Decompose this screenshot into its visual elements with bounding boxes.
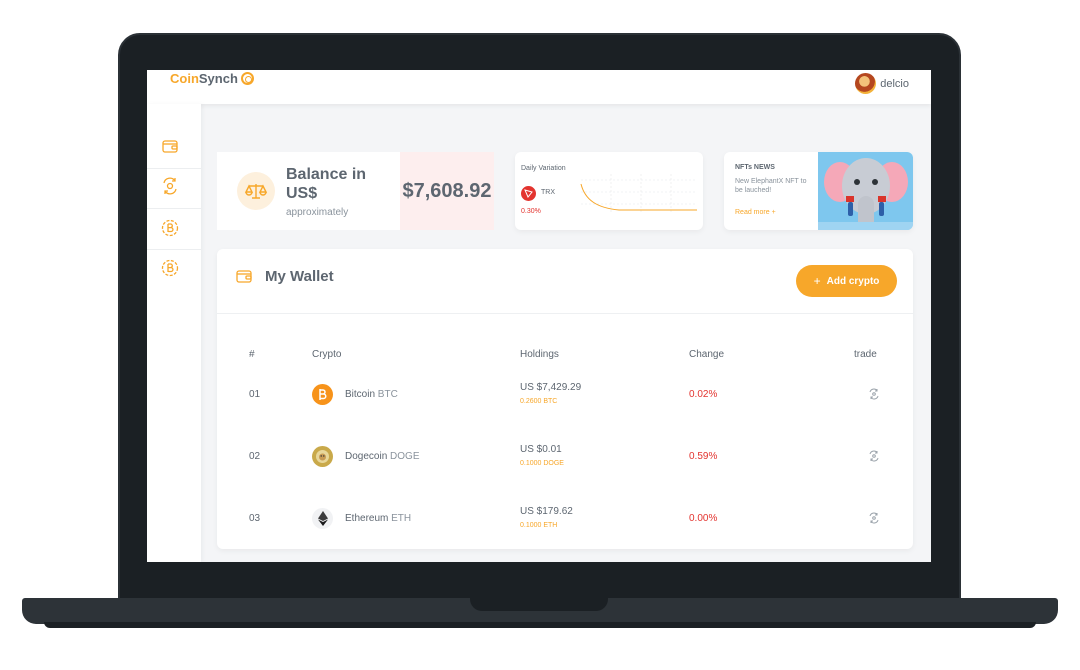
coin-name-text: Dogecoin [345, 451, 388, 462]
laptop-base-shadow [44, 622, 1036, 628]
exchange-icon[interactable] [161, 177, 179, 195]
column-header-index: # [249, 349, 255, 360]
change-value: 0.00% [689, 513, 718, 524]
trade-icon[interactable] [868, 387, 880, 400]
coin-name: Bitcoin BTC [345, 389, 398, 400]
daily-variation-change: 0.30% [521, 208, 541, 215]
row-index: 01 [249, 389, 261, 400]
bitcoin-icon [312, 384, 333, 405]
holdings-usd: US $179.62 [520, 506, 573, 517]
wallet-icon[interactable] [161, 137, 179, 155]
wallet-divider [217, 313, 913, 314]
wallet-title: My Wallet [265, 268, 334, 285]
logo-icon [240, 72, 254, 85]
holdings-coin: 0.1000 ETH [520, 522, 558, 529]
nft-read-more-link[interactable]: Read more + [735, 209, 776, 216]
coin-name-text: Bitcoin [345, 389, 376, 400]
user-name: delcio [880, 77, 909, 90]
trade-icon[interactable] [868, 511, 880, 524]
column-header-crypto: Crypto [312, 349, 342, 360]
balance-card: Balance in US$ approximately $7,608.92 [217, 152, 494, 230]
coin-symbol: BTC [377, 389, 398, 400]
trade-icon[interactable] [868, 449, 880, 462]
holdings-coin: 0.1000 DOGE [520, 460, 564, 467]
scale-icon [237, 172, 275, 210]
balance-value: $7,608.92 [402, 180, 492, 202]
bitcoin-icon[interactable] [161, 219, 179, 237]
laptop-notch [470, 598, 608, 611]
table-row: 01 Bitcoin BTC US $7,429.29 0.2600 BTC 0… [217, 381, 913, 443]
sidebar-divider [147, 168, 201, 169]
row-index: 02 [249, 451, 261, 462]
table-row: 03 Ethereum ETH US $179.62 0.1000 ETH 0.… [217, 505, 913, 562]
daily-variation-sparkline [580, 174, 697, 214]
balance-info: Balance in US$ approximately [217, 152, 400, 230]
bitcoin-icon[interactable] [161, 259, 179, 277]
balance-title: Balance in US$ [286, 166, 367, 202]
plus-icon: + [813, 274, 821, 288]
coin-symbol: ETH [391, 513, 412, 524]
app-logo[interactable]: CoinSynch [170, 71, 254, 86]
balance-value-panel: $7,608.92 [400, 152, 494, 230]
dogecoin-icon [312, 446, 333, 467]
tron-icon [521, 186, 536, 201]
wallet-icon [235, 267, 253, 285]
elephant-nft-image [818, 152, 913, 230]
holdings-usd: US $7,429.29 [520, 382, 582, 393]
coin-symbol: DOGE [390, 451, 420, 462]
sidebar-divider [147, 208, 201, 209]
daily-variation-coin: TRX [541, 189, 555, 196]
coin-name: Ethereum ETH [345, 513, 411, 524]
column-header-trade: trade [854, 349, 877, 360]
daily-variation-title: Daily Variation [521, 165, 566, 172]
add-crypto-label: Add crypto [826, 275, 880, 287]
balance-subtitle: approximately [286, 207, 349, 218]
sidebar [147, 104, 201, 562]
avatar[interactable] [855, 73, 877, 94]
logo-text-coin: Coin [170, 71, 199, 86]
column-header-change: Change [689, 349, 725, 360]
coin-name-text: Ethereum [345, 513, 389, 524]
holdings-usd: US $0.01 [520, 444, 562, 455]
sidebar-divider [147, 249, 201, 250]
logo-text-synch: Synch [198, 71, 238, 86]
coin-name: Dogecoin DOGE [345, 451, 420, 462]
table-row: 02 Dogecoin DOGE US $0.01 0.1000 DOGE 0.… [217, 443, 913, 505]
nft-news-text: New ElephantX NFT to be lauched! [735, 178, 807, 194]
top-bar: CoinSynch delcio [147, 70, 931, 104]
change-value: 0.59% [689, 451, 718, 462]
nft-news-title: NFTs NEWS [735, 164, 775, 171]
wallet-panel: My Wallet + Add crypto # Crypto Holdings… [217, 249, 913, 549]
daily-variation-card: Daily Variation TRX 0.30% [515, 152, 703, 230]
column-header-holdings: Holdings [520, 349, 559, 360]
app-screen: CoinSynch delcio Balance in US$ approxim… [147, 70, 931, 562]
holdings-coin: 0.2600 BTC [520, 398, 558, 405]
add-crypto-button[interactable]: + Add crypto [796, 265, 897, 297]
user-menu[interactable]: delcio [855, 73, 909, 94]
nft-news-card[interactable]: NFTs NEWS New ElephantX NFT to be lauche… [724, 152, 913, 230]
change-value: 0.02% [689, 389, 718, 400]
ethereum-icon [312, 508, 333, 529]
row-index: 03 [249, 513, 261, 524]
